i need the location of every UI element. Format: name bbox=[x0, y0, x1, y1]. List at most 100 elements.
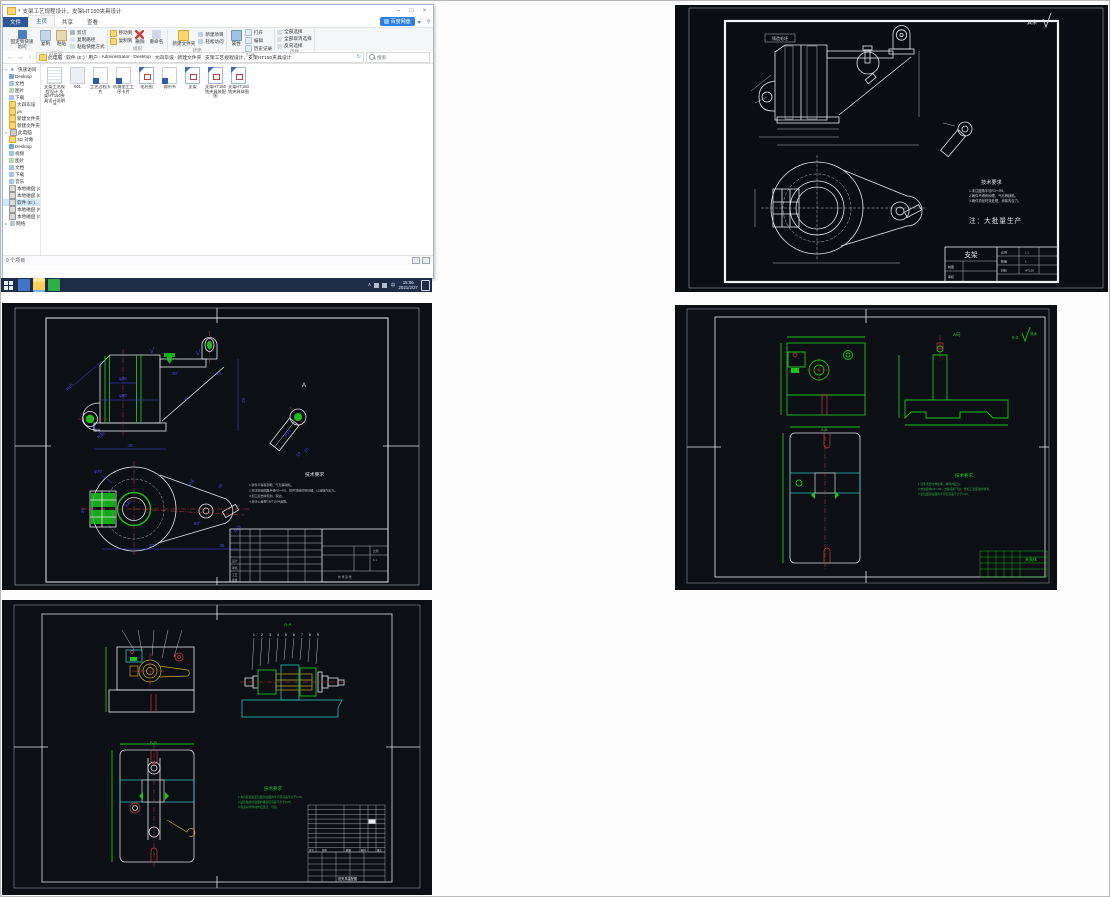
sidebar-item-desktop2[interactable]: Desktop bbox=[3, 143, 40, 150]
crumb-desktop[interactable]: Desktop bbox=[133, 55, 151, 60]
taskbar-explorer-icon[interactable] bbox=[33, 278, 45, 292]
tab-share[interactable]: 共享 bbox=[55, 17, 80, 27]
close-button[interactable]: × bbox=[418, 5, 431, 17]
edit-button[interactable]: 编辑 bbox=[244, 37, 272, 44]
view-large-icons-icon[interactable] bbox=[422, 257, 430, 264]
chevron-right-icon[interactable]: ▸ bbox=[5, 221, 9, 226]
window-folder-icon bbox=[7, 7, 16, 15]
sidebar-item-music[interactable]: 音乐 bbox=[3, 178, 40, 185]
paste-shortcut-button[interactable]: 粘贴快捷方式 bbox=[70, 44, 105, 50]
forward-button[interactable]: → bbox=[16, 54, 24, 61]
crumb-drive[interactable]: 软件 (E:) bbox=[66, 54, 85, 61]
sidebar-item-pictures[interactable]: 图片 bbox=[3, 87, 40, 94]
sidebar-item-3d-objects[interactable]: 3D 对象 bbox=[3, 136, 40, 143]
sidebar-item-folder[interactable]: 新建文件夹 (2) bbox=[3, 122, 40, 129]
tab-home[interactable]: 主页 bbox=[28, 15, 56, 27]
crumb-users[interactable]: 用户 bbox=[88, 54, 98, 61]
chevron-down-icon[interactable]: ▾ bbox=[5, 130, 9, 135]
file-item-blank-drawing[interactable]: 毛坯图 bbox=[136, 67, 157, 90]
sidebar-this-pc[interactable]: ▾ 此电脑 bbox=[3, 129, 40, 136]
sidebar-item-documents[interactable]: 文档 bbox=[3, 80, 40, 87]
file-item-bracket[interactable]: 支架 bbox=[182, 67, 203, 90]
sidebar-item-drive-d[interactable]: 本地磁盘 (D:) bbox=[3, 192, 40, 199]
sidebar-quick-access[interactable]: ▾ ★ 快速访问 bbox=[3, 66, 40, 74]
crumb-this-pc[interactable]: 此电脑 bbox=[48, 54, 62, 61]
file-item-001[interactable]: 001 bbox=[67, 67, 88, 90]
pin-quickaccess-button[interactable]: 固定到快速访问 bbox=[7, 29, 37, 51]
sidebar-item-downloads2[interactable]: 下载 bbox=[3, 171, 40, 178]
chevron-down-icon[interactable]: ▾ bbox=[5, 67, 9, 72]
sidebar-item-folder[interactable]: 大四毕设 bbox=[3, 101, 40, 108]
copy-path-button[interactable]: 复制路径 bbox=[70, 37, 105, 43]
taskbar-green-app-icon[interactable] bbox=[48, 279, 60, 291]
open-button[interactable]: 打开 bbox=[244, 29, 272, 36]
network-icon[interactable] bbox=[382, 282, 388, 288]
qty-label: 数量 bbox=[1001, 259, 1007, 264]
sidebar-item-folder[interactable]: ps bbox=[3, 108, 40, 115]
crumb-folder1[interactable]: 大四毕设 bbox=[155, 54, 174, 61]
refresh-icon[interactable]: ↻ bbox=[356, 54, 361, 60]
rename-button[interactable]: 重命名 bbox=[148, 29, 166, 46]
easy-access-button[interactable]: 轻松访问 bbox=[198, 39, 224, 45]
minimize-button[interactable]: – bbox=[392, 5, 405, 17]
properties-label: 属性 bbox=[231, 41, 241, 46]
new-folder-button[interactable]: 新建文件夹 bbox=[170, 29, 197, 48]
cut-button[interactable]: 剪切 bbox=[70, 30, 105, 36]
file-item-readme[interactable]: 支架工艺规程设计 支架HT150夹具设计说明书 bbox=[44, 67, 65, 105]
sidebar-item-downloads[interactable]: 下载 bbox=[3, 94, 40, 101]
search-input[interactable] bbox=[375, 53, 427, 61]
ime-indicator[interactable]: 中 bbox=[390, 282, 395, 289]
volume-icon[interactable] bbox=[374, 282, 380, 288]
sidebar-item-drive-e-selected[interactable]: 软件 (E:) bbox=[3, 199, 40, 206]
paste-button[interactable]: 粘贴 bbox=[54, 29, 69, 51]
process-label: 工艺 bbox=[232, 573, 238, 577]
file-item-manual[interactable]: 说明书 bbox=[159, 67, 180, 90]
sidebar-item-videos[interactable]: 视频 bbox=[3, 150, 40, 157]
tech-line: 3.铸件须经时效处理，消除内应力。 bbox=[969, 198, 1021, 203]
copy-to-button[interactable]: 复制到 bbox=[109, 37, 132, 45]
back-button[interactable]: ← bbox=[6, 54, 14, 61]
move-to-button[interactable]: 移动到 bbox=[109, 29, 132, 37]
sidebar-item-folder[interactable]: 新建文件夹 bbox=[3, 115, 40, 122]
sidebar-item-pictures2[interactable]: 图片 bbox=[3, 157, 40, 164]
file-item-fixture-body[interactable]: 支架HT150铣夹具体图 bbox=[228, 67, 249, 94]
view-details-icon[interactable] bbox=[412, 257, 420, 264]
crumb-admin[interactable]: Administrator bbox=[102, 55, 130, 60]
new-item-button[interactable]: 新建项目 bbox=[198, 32, 224, 38]
netdisk-promo-button[interactable]: 百度网盘 bbox=[379, 17, 415, 26]
ribbon-group-select: 全部选择 全部取消选择 反向选择 选择 bbox=[275, 29, 315, 54]
sidebar-item-desktop[interactable]: Desktop bbox=[3, 73, 40, 80]
sidebar-item-network[interactable]: ▸ 网络 bbox=[3, 220, 40, 227]
select-all-button[interactable]: 全部选择 bbox=[277, 29, 312, 35]
copy-button[interactable]: 复制 bbox=[38, 29, 53, 51]
file-item-process-card[interactable]: 工艺过程卡片 bbox=[90, 67, 111, 94]
crumb-folder2[interactable]: 新建文件夹 bbox=[177, 54, 201, 61]
taskbar-clock[interactable]: 15:06 2021/2/27 bbox=[398, 280, 418, 290]
properties-button[interactable]: 属性 bbox=[229, 29, 244, 52]
sidebar-item-drive-c[interactable]: 本地磁盘 (C:) bbox=[3, 185, 40, 192]
sidebar-item-drive-f[interactable]: 本地磁盘 (F:) bbox=[3, 206, 40, 213]
quickaccess-toolbar-icon[interactable]: ▾ bbox=[18, 8, 21, 14]
search-box[interactable] bbox=[366, 51, 430, 63]
maximize-button[interactable]: □ bbox=[405, 5, 418, 17]
tab-file[interactable]: 文件 bbox=[3, 17, 29, 27]
select-none-button[interactable]: 全部取消选择 bbox=[277, 36, 312, 42]
sidebar-item-drive-g[interactable]: 本地磁盘 (G:) bbox=[3, 213, 40, 220]
start-button[interactable] bbox=[1, 278, 15, 292]
ribbon-collapse-icon[interactable]: ▾ bbox=[418, 19, 421, 26]
delete-button[interactable]: 删除 bbox=[133, 29, 146, 46]
copy-path-label: 复制路径 bbox=[77, 36, 96, 42]
sidebar-item-documents2[interactable]: 文档 bbox=[3, 164, 40, 171]
help-icon[interactable]: ? bbox=[427, 20, 430, 26]
tray-expand-icon[interactable]: ∧ bbox=[368, 282, 372, 288]
action-center-icon[interactable] bbox=[421, 279, 430, 291]
up-button[interactable]: ↑ bbox=[26, 54, 34, 61]
tab-view[interactable]: 查看 bbox=[80, 17, 105, 27]
dim-label: 40 bbox=[128, 443, 133, 448]
breadcrumb[interactable]: 此电脑 › 软件 (E:) › 用户 › Administrator › Des… bbox=[36, 51, 364, 63]
file-item-fixture-assembly[interactable]: 支架HT150铣夹具装配图 bbox=[205, 67, 226, 99]
file-item-operation-card[interactable]: 机械加工工序卡片 bbox=[113, 67, 134, 94]
paste-shortcut-icon bbox=[70, 44, 75, 50]
taskbar-app-icon[interactable] bbox=[18, 279, 30, 291]
crumb-current[interactable]: 支架工艺规程设计，支架HT150夹具设计 bbox=[205, 54, 291, 61]
